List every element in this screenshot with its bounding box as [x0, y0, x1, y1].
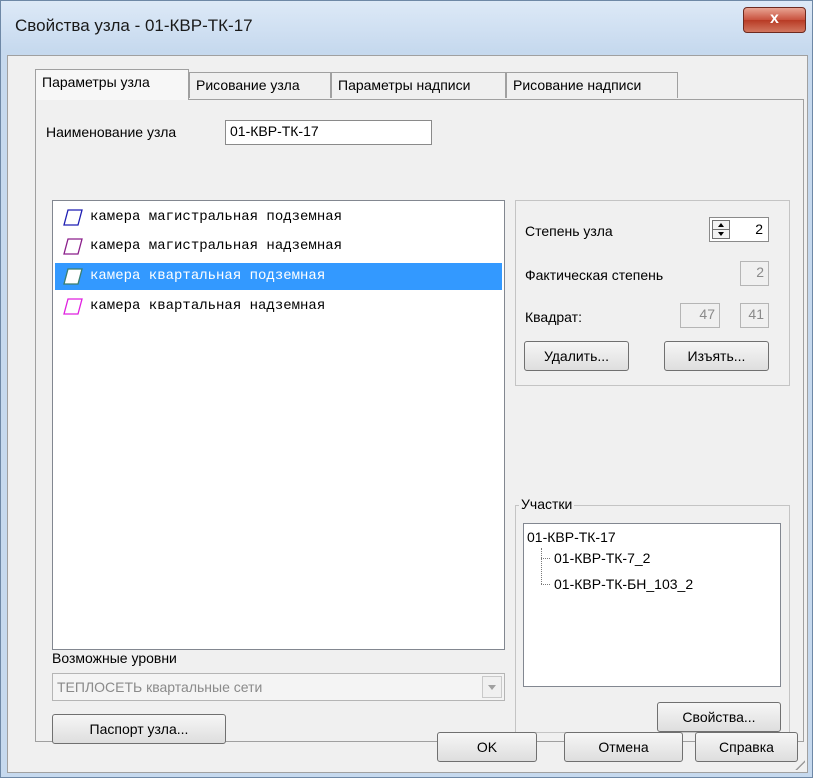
list-item-selected[interactable]: камера квартальная подземная	[55, 263, 502, 290]
close-icon: x	[770, 10, 779, 27]
ok-button[interactable]: OK	[437, 732, 537, 762]
tab-label-parameters[interactable]: Параметры надписи	[331, 72, 506, 98]
parallelogram-icon	[63, 238, 83, 255]
tab-label: Рисование надписи	[513, 77, 642, 93]
tab-label: Параметры узла	[42, 74, 150, 90]
tab-label-drawing[interactable]: Рисование надписи	[506, 72, 678, 98]
cancel-button[interactable]: Отмена	[564, 732, 683, 762]
degree-label: Степень узла	[525, 223, 613, 239]
node-name-label: Наименование узла	[46, 124, 177, 140]
tree-connector	[541, 548, 542, 584]
help-button[interactable]: Справка	[695, 732, 798, 762]
tab-label: Рисование узла	[196, 77, 300, 93]
tab-panel: Наименование узла 01-КВР-ТК-17 камера ма…	[35, 99, 804, 744]
tree-child-item[interactable]: 01-КВР-ТК-7_2	[554, 550, 650, 566]
tab-node-drawing[interactable]: Рисование узла	[189, 72, 331, 98]
list-item-label: камера магистральная надземная	[90, 238, 343, 254]
tree-child-item[interactable]: 01-КВР-ТК-БН_103_2	[554, 576, 693, 592]
list-item-label: камера квартальная подземная	[90, 268, 326, 284]
node-passport-button[interactable]: Паспорт узла...	[52, 714, 226, 744]
parallelogram-icon	[63, 209, 83, 226]
list-item-label: камера магистральная подземная	[90, 209, 343, 225]
list-item-label: камера квартальная надземная	[90, 298, 326, 314]
degree-value: 2	[755, 221, 763, 237]
sections-label: Участки	[519, 496, 575, 512]
parallelogram-icon	[63, 268, 83, 285]
size-grip-icon[interactable]	[793, 758, 805, 770]
parallelogram-icon	[63, 298, 83, 315]
window-title: Свойства узла - 01-КВР-ТК-17	[15, 16, 253, 35]
dialog-client-area: Параметры узла Рисование узла Параметры …	[7, 55, 808, 773]
close-button[interactable]: x	[743, 7, 806, 33]
chevron-down-icon[interactable]	[482, 676, 502, 698]
tab-node-parameters[interactable]: Параметры узла	[35, 69, 189, 100]
levels-select-value: ТЕПЛОСЕТЬ квартальные сети	[57, 679, 263, 695]
tab-label: Параметры надписи	[338, 77, 471, 93]
dialog-window: Свойства узла - 01-КВР-ТК-17 x Параметры…	[0, 0, 813, 778]
list-item[interactable]: камера квартальная надземная	[55, 293, 502, 320]
delete-button[interactable]: Удалить...	[524, 341, 629, 371]
tree-connector	[541, 558, 550, 559]
spinner-arrows-icon[interactable]	[712, 220, 730, 239]
tree-root-item[interactable]: 01-КВР-ТК-17	[527, 529, 616, 545]
levels-label: Возможные уровни	[52, 650, 177, 666]
actual-degree-field: 2	[740, 261, 769, 286]
title-bar[interactable]: Свойства узла - 01-КВР-ТК-17 x	[1, 1, 812, 51]
section-properties-button[interactable]: Свойства...	[657, 702, 781, 732]
list-item[interactable]: камера магистральная подземная	[55, 204, 502, 231]
node-properties-group: Степень узла 2 Фактическая степень 2 Ква…	[515, 200, 790, 386]
node-type-list[interactable]: камера магистральная подземная камера ма…	[52, 200, 505, 650]
square-label: Квадрат:	[525, 309, 582, 325]
square-y-field: 41	[740, 303, 769, 328]
actual-degree-label: Фактическая степень	[525, 267, 664, 283]
tree-connector	[541, 584, 550, 585]
degree-spinner[interactable]: 2	[709, 217, 769, 242]
square-x-field: 47	[680, 303, 720, 328]
sections-tree[interactable]: 01-КВР-ТК-17 01-КВР-ТК-7_2 01-КВР-ТК-БН_…	[523, 523, 781, 687]
node-name-input[interactable]: 01-КВР-ТК-17	[225, 120, 432, 145]
withdraw-button[interactable]: Изъять...	[664, 341, 769, 371]
list-item[interactable]: камера магистральная надземная	[55, 233, 502, 260]
levels-select[interactable]: ТЕПЛОСЕТЬ квартальные сети	[52, 673, 505, 701]
